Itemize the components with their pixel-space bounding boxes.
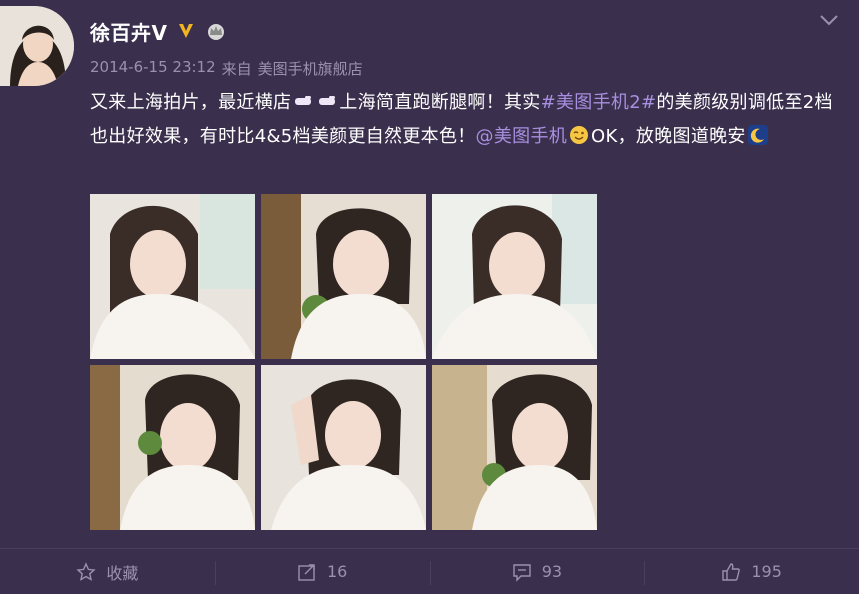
photo-thumbnail[interactable] — [261, 365, 426, 530]
repost-count: 16 — [326, 562, 348, 581]
comment-button[interactable]: 93 — [429, 549, 645, 594]
chevron-down-icon[interactable] — [818, 12, 840, 28]
pointing-hand-icon — [319, 96, 336, 105]
text-part-2: 上海简直跑断腿啊！其实 — [339, 92, 541, 113]
favorite-label: 收藏 — [106, 563, 139, 583]
thumbs-up-icon — [722, 562, 741, 581]
text-part-4: OK，放晚图道晚安 — [591, 126, 746, 147]
wink-emoji-icon — [570, 126, 589, 144]
photo-thumbnail[interactable] — [432, 194, 597, 359]
author-row: 徐百卉V — [90, 17, 227, 46]
photo-thumbnail[interactable] — [90, 365, 255, 530]
weibo-post: 徐百卉V 2014-6-15 23:12 来自 美图手机旗舰店 又来上海拍片，最… — [0, 0, 859, 548]
action-bar: 收藏 16 93 195 — [0, 548, 859, 594]
repost-button[interactable]: 16 — [214, 549, 430, 594]
topic-link[interactable]: #美图手机2# — [541, 92, 657, 113]
source-prefix: 来自 — [221, 60, 252, 78]
text-part-1: 又来上海拍片，最近横店 — [90, 92, 292, 113]
author-name[interactable]: 徐百卉V — [90, 17, 167, 46]
favorite-button[interactable]: 收藏 — [0, 549, 215, 594]
comment-icon — [512, 563, 531, 582]
post-timestamp[interactable]: 2014-6-15 23:12 — [90, 58, 216, 79]
crown-icon[interactable] — [205, 21, 227, 41]
like-button[interactable]: 195 — [644, 549, 859, 594]
photo-thumbnail[interactable] — [90, 194, 255, 359]
post-source[interactable]: 美图手机旗舰店 — [258, 58, 363, 79]
author-avatar[interactable] — [0, 6, 74, 86]
photo-thumbnail[interactable] — [432, 365, 597, 530]
v-badge-icon[interactable] — [177, 22, 195, 40]
post-text: 又来上海拍片，最近横店 上海简直跑断腿啊！其实#美图手机2#的美颜级别调低至2档也… — [90, 86, 850, 154]
photo-thumbnail[interactable] — [261, 194, 426, 359]
post-meta: 2014-6-15 23:12 来自 美图手机旗舰店 — [90, 58, 363, 79]
like-count: 195 — [751, 562, 782, 581]
mention-link[interactable]: @美图手机 — [476, 126, 568, 147]
repost-icon — [298, 563, 315, 581]
star-icon — [76, 561, 96, 581]
comment-count: 93 — [541, 562, 563, 581]
moon-emoji-icon — [747, 125, 768, 145]
pointing-hand-icon — [295, 96, 312, 105]
